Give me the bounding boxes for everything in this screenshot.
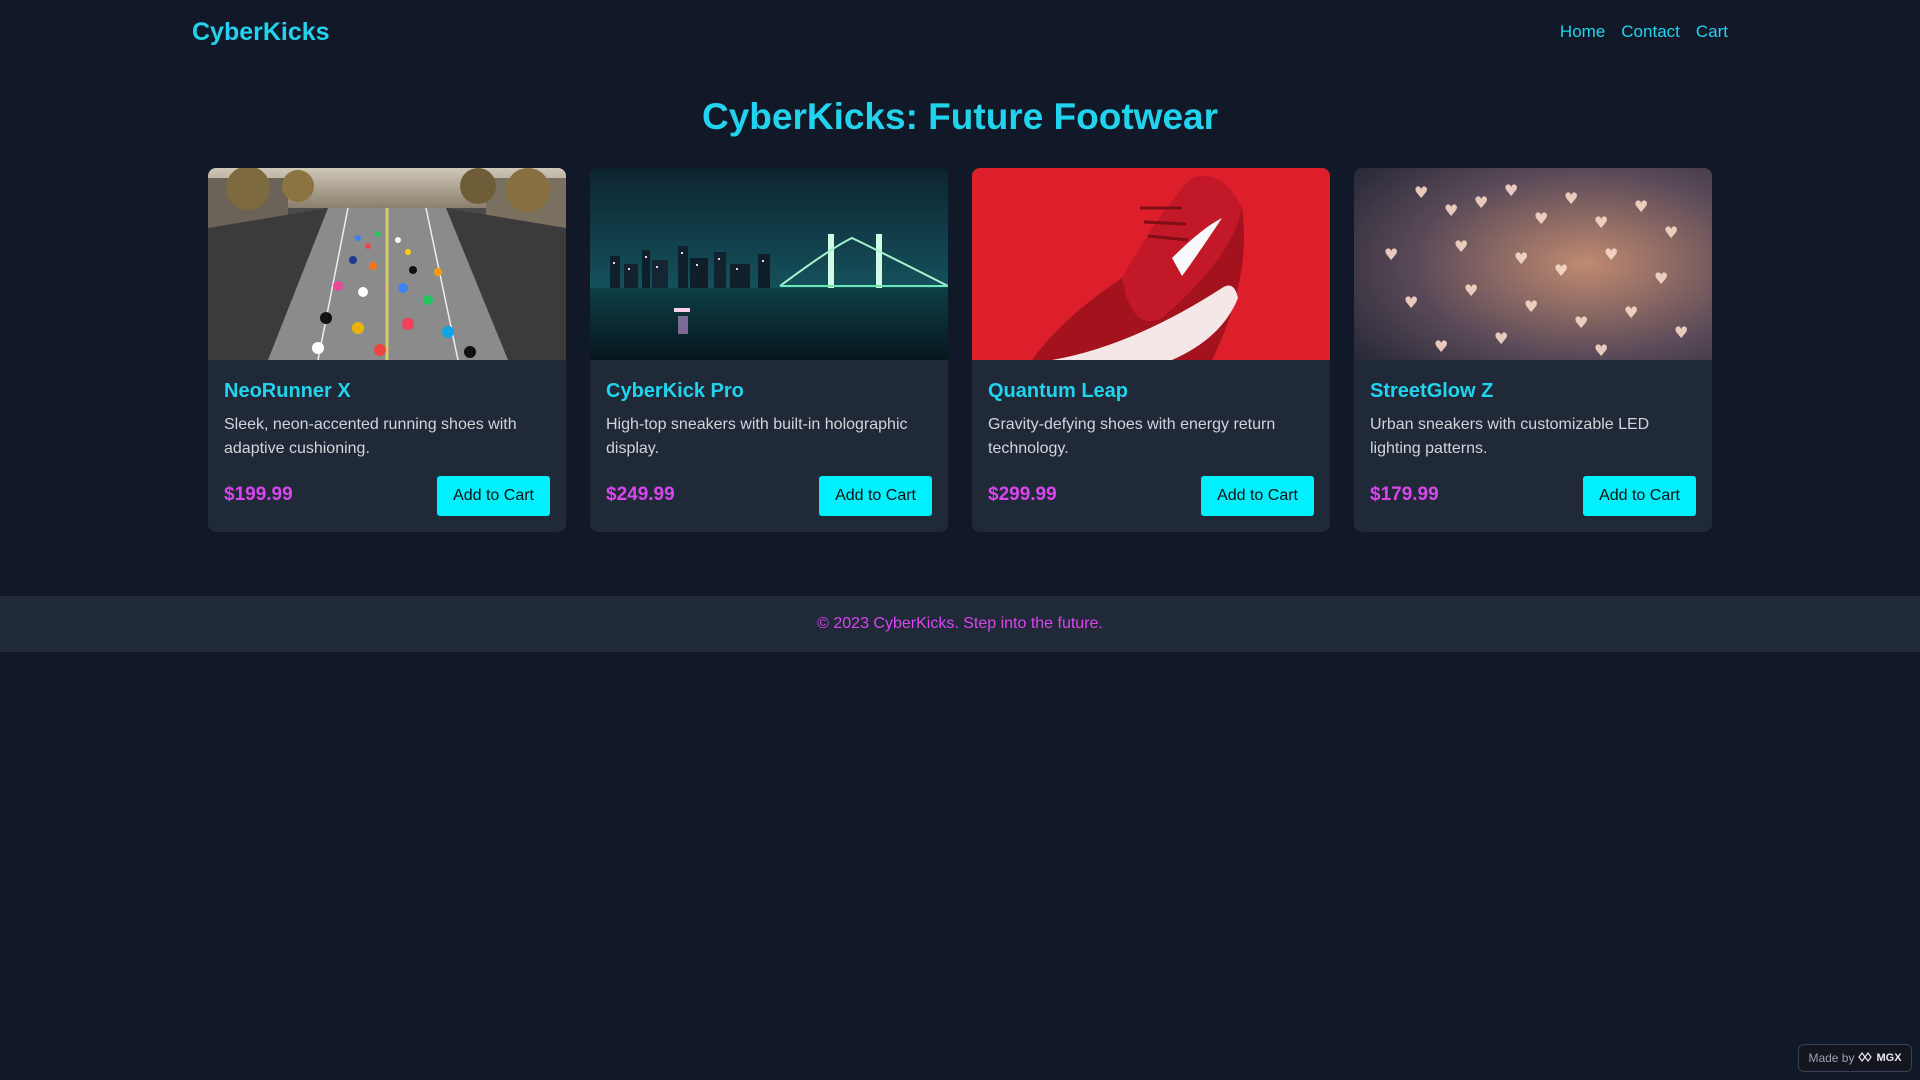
product-name: CyberKick Pro bbox=[606, 380, 744, 402]
svg-text:♥: ♥ bbox=[1604, 245, 1618, 264]
svg-text:♥: ♥ bbox=[1534, 209, 1548, 228]
nav-home-link[interactable]: Home bbox=[1560, 22, 1605, 42]
navbar: CyberKicks Home Contact Cart bbox=[0, 0, 1920, 66]
svg-text:♥: ♥ bbox=[1594, 213, 1608, 232]
product-card: CyberKick Pro High-top sneakers with bui… bbox=[590, 168, 948, 532]
svg-text:♥: ♥ bbox=[1634, 197, 1648, 216]
svg-text:♥: ♥ bbox=[1624, 303, 1638, 322]
nav-cart-link[interactable]: Cart bbox=[1696, 22, 1728, 42]
nav-links: Home Contact Cart bbox=[1560, 22, 1728, 42]
mgx-logo-icon bbox=[1858, 1051, 1873, 1065]
svg-text:♥: ♥ bbox=[1494, 329, 1508, 348]
svg-text:♥: ♥ bbox=[1504, 181, 1518, 200]
svg-text:♥: ♥ bbox=[1564, 189, 1578, 208]
page-title: CyberKicks: Future Footwear bbox=[701, 96, 1219, 137]
product-card: NeoRunner X Sleek, neon-accented running… bbox=[208, 168, 566, 532]
add-to-cart-button[interactable]: Add to Cart bbox=[819, 476, 932, 516]
made-by-badge[interactable]: Made by MGX bbox=[1798, 1044, 1912, 1072]
svg-text:♥: ♥ bbox=[1574, 313, 1588, 332]
product-price: $299.99 bbox=[988, 484, 1057, 505]
footer-text: © 2023 CyberKicks. Step into the future. bbox=[817, 615, 1103, 632]
red-sneaker-photo bbox=[972, 168, 1330, 360]
product-description: High-top sneakers with built-in holograp… bbox=[606, 416, 908, 457]
product-name: Quantum Leap bbox=[988, 380, 1129, 402]
product-grid: NeoRunner X Sleek, neon-accented running… bbox=[208, 168, 1712, 532]
svg-text:♥: ♥ bbox=[1434, 337, 1448, 356]
product-name: StreetGlow Z bbox=[1370, 380, 1494, 402]
svg-text:♥: ♥ bbox=[1404, 293, 1418, 312]
product-description: Gravity-defying shoes with energy return… bbox=[988, 416, 1276, 457]
product-card: ♥ ♥ ♥ ♥ ♥ ♥ ♥ ♥ ♥ ♥ ♥ ♥ ♥ ♥ ♥ ♥ ♥ ♥ ♥ ♥ ♥ ♥ ♥ ♥ StreetGl… bbox=[1354, 168, 1712, 532]
mgx-brand-label: MGX bbox=[1876, 1052, 1902, 1064]
product-description: Sleek, neon-accented running shoes with … bbox=[224, 416, 517, 457]
svg-text:♥: ♥ bbox=[1664, 223, 1678, 242]
svg-text:♥: ♥ bbox=[1444, 201, 1458, 220]
nav-contact-link[interactable]: Contact bbox=[1621, 22, 1680, 42]
heart-bokeh-photo: ♥ ♥ ♥ ♥ ♥ ♥ ♥ ♥ ♥ ♥ ♥ ♥ ♥ ♥ ♥ ♥ ♥ ♥ ♥ ♥ ♥ ♥ ♥ ♥ bbox=[1354, 168, 1712, 360]
svg-text:♥: ♥ bbox=[1384, 245, 1398, 264]
footer: © 2023 CyberKicks. Step into the future. bbox=[0, 596, 1920, 652]
product-price: $179.99 bbox=[1370, 484, 1439, 505]
marathon-runners-photo bbox=[208, 168, 566, 360]
svg-text:♥: ♥ bbox=[1514, 249, 1528, 268]
svg-text:♥: ♥ bbox=[1524, 297, 1538, 316]
product-name: NeoRunner X bbox=[224, 380, 351, 402]
product-card: Quantum Leap Gravity-defying shoes with … bbox=[972, 168, 1330, 532]
svg-text:♥: ♥ bbox=[1454, 237, 1468, 256]
product-image bbox=[972, 168, 1330, 360]
product-image bbox=[208, 168, 566, 360]
made-by-label: Made by bbox=[1808, 1051, 1855, 1065]
night-city-bridge-photo bbox=[590, 168, 948, 360]
site-logo[interactable]: CyberKicks bbox=[192, 18, 330, 47]
product-price: $199.99 bbox=[224, 484, 293, 505]
add-to-cart-button[interactable]: Add to Cart bbox=[1201, 476, 1314, 516]
svg-text:♥: ♥ bbox=[1464, 281, 1478, 300]
product-description: Urban sneakers with customizable LED lig… bbox=[1370, 416, 1650, 457]
svg-text:♥: ♥ bbox=[1654, 269, 1668, 288]
svg-text:♥: ♥ bbox=[1594, 341, 1608, 360]
svg-text:♥: ♥ bbox=[1674, 323, 1688, 342]
svg-text:♥: ♥ bbox=[1554, 261, 1568, 280]
product-price: $249.99 bbox=[606, 484, 675, 505]
add-to-cart-button[interactable]: Add to Cart bbox=[437, 476, 550, 516]
add-to-cart-button[interactable]: Add to Cart bbox=[1583, 476, 1696, 516]
svg-text:♥: ♥ bbox=[1474, 193, 1488, 212]
svg-text:♥: ♥ bbox=[1414, 183, 1428, 202]
product-image: ♥ ♥ ♥ ♥ ♥ ♥ ♥ ♥ ♥ ♥ ♥ ♥ ♥ ♥ ♥ ♥ ♥ ♥ ♥ ♥ ♥ ♥ ♥ ♥ bbox=[1354, 168, 1712, 360]
product-image bbox=[590, 168, 948, 360]
